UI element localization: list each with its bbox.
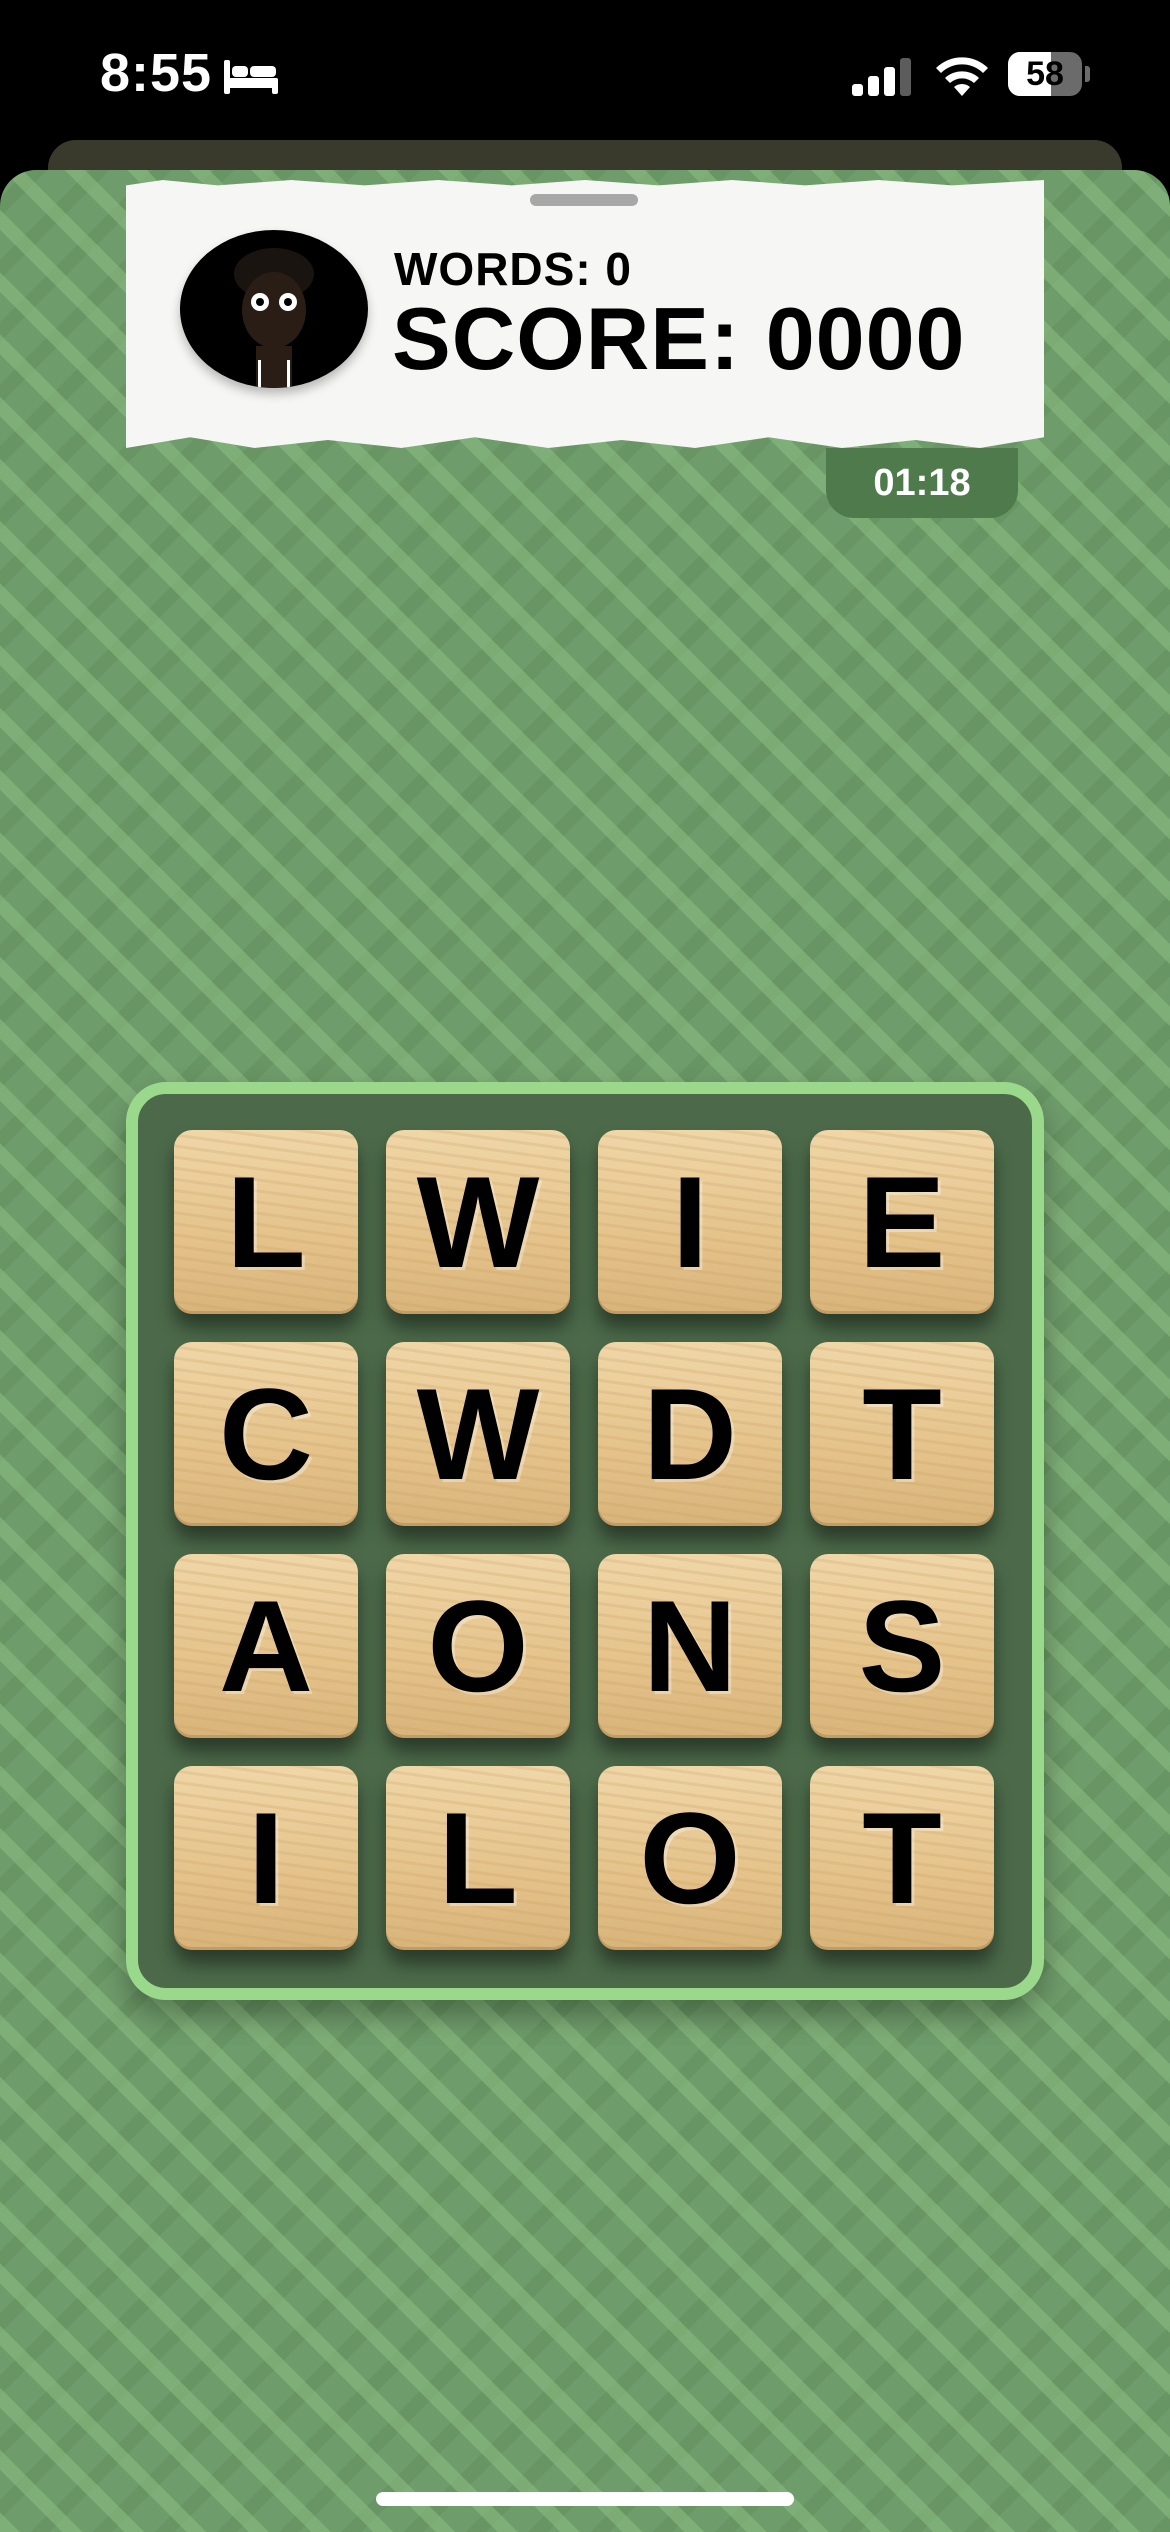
letter-tile[interactable]: L (174, 1130, 358, 1314)
tile-letter: L (226, 1149, 306, 1295)
battery-cap (1085, 66, 1090, 82)
tile-letter: S (858, 1573, 946, 1719)
battery-indicator: 58 (1008, 52, 1090, 98)
letter-tile[interactable]: T (810, 1342, 994, 1526)
letter-tile[interactable]: S (810, 1554, 994, 1738)
game-sheet: WORDS: 0 SCORE: 0000 01:18 LWIECWDTAONSI… (0, 170, 1170, 2532)
sheet-grab-handle[interactable] (530, 194, 638, 206)
tile-letter: D (643, 1361, 737, 1507)
home-indicator[interactable] (376, 2492, 794, 2506)
wifi-icon (936, 57, 988, 96)
tile-letter: L (438, 1785, 518, 1931)
letter-tile[interactable]: I (174, 1766, 358, 1950)
letter-tile[interactable]: L (386, 1766, 570, 1950)
letter-tile[interactable]: A (174, 1554, 358, 1738)
letter-tile[interactable]: O (598, 1766, 782, 1950)
tile-letter: W (416, 1149, 540, 1295)
avatar-figure (234, 248, 314, 388)
score-value: SCORE: 0000 (392, 289, 966, 388)
status-time: 8:55 (100, 43, 213, 103)
tile-letter: C (219, 1361, 313, 1507)
letter-tile[interactable]: I (598, 1130, 782, 1314)
letter-tile[interactable]: N (598, 1554, 782, 1738)
letter-tile[interactable]: W (386, 1130, 570, 1314)
letter-tile[interactable]: C (174, 1342, 358, 1526)
tile-letter: T (862, 1361, 942, 1507)
battery-level: 58 (1026, 55, 1064, 93)
tile-letter: I (671, 1149, 709, 1295)
tile-letter: W (416, 1361, 540, 1507)
letter-tile[interactable]: W (386, 1342, 570, 1526)
tile-letter: N (643, 1573, 737, 1719)
tile-letter: A (219, 1573, 313, 1719)
tile-letter: O (639, 1785, 741, 1931)
letter-tile[interactable]: E (810, 1130, 994, 1314)
countdown-timer: 01:18 (826, 448, 1018, 518)
scoreboard-paper: WORDS: 0 SCORE: 0000 (126, 180, 1044, 448)
letter-tile[interactable]: O (386, 1554, 570, 1738)
cellular-signal-icon (852, 58, 911, 96)
battery-body: 58 (1008, 52, 1082, 96)
tile-letter: I (247, 1785, 285, 1931)
letter-tile[interactable]: T (810, 1766, 994, 1950)
status-bar: 8:55 58 (0, 0, 1170, 150)
letter-board: LWIECWDTAONSILOT (126, 1082, 1044, 2000)
screen: 8:55 58 WORDS: 0 SCORE: 0000 01:18 L W I… (0, 0, 1170, 2532)
bed-icon (224, 60, 278, 94)
letter-tile[interactable]: D (598, 1342, 782, 1526)
tile-letter: O (427, 1573, 529, 1719)
tile-letter: T (862, 1785, 942, 1931)
tile-letter: E (858, 1149, 946, 1295)
player-avatar-icon[interactable] (180, 230, 368, 388)
